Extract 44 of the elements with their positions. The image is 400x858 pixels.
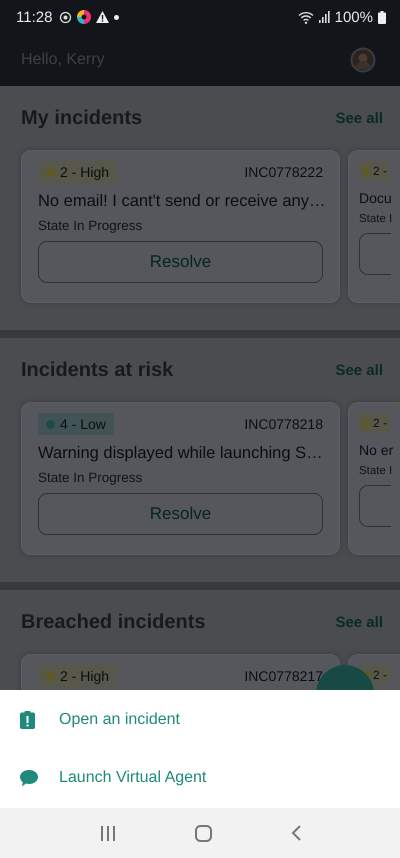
incident-title: Warning displayed while launching S… [38,444,323,463]
battery-level: 100% [334,8,373,26]
incident-title: No email! I cant't send or receive any… [38,192,323,211]
sheet-menu-item[interactable]: Launch Virtual Agent [0,749,400,807]
recent-apps-icon[interactable] [100,826,116,840]
priority-label: 2 - [373,164,388,178]
incident-card[interactable]: 2 - High INC0778222 No email! I cant't send or receive any… State In Progress Resolve [21,150,340,303]
priority-label: 2 - High [60,164,110,180]
status-time: 11:28 [16,8,52,26]
incident-title: Docu [359,190,393,206]
eye-icon [59,10,72,24]
incident-number: INC0778222 [244,164,323,180]
priority-label: 4 - Low [60,416,106,432]
home-icon[interactable] [194,824,212,842]
incident-card[interactable]: 2 - Docu State I [348,150,400,303]
resolve-button[interactable]: Resolve [38,241,323,283]
see-all-link[interactable]: See all [335,614,383,630]
incident-title: No er [359,442,394,458]
warning-icon [96,11,110,23]
app-icon [77,10,92,24]
incident-state: State I [359,465,394,477]
wifi-icon [298,10,314,24]
incident-card[interactable]: 4 - Low INC0778218 Warning displayed while launching S… State In Progress Resolve [21,402,340,555]
incident-state: State In Progress [38,470,144,485]
sheet-item-label: Launch Virtual Agent [59,769,206,787]
incident-number: INC0778217 [244,668,323,684]
see-all-link[interactable]: See all [335,362,383,378]
incident-state: State I [359,213,394,225]
sheet-item-label: Open an incident [59,711,180,729]
incident-state: State In Progress [38,218,144,233]
battery-icon [378,10,386,24]
priority-label: 2 - [373,668,388,682]
clipboard-alert-icon [20,711,35,729]
dot-icon [114,14,120,20]
chat-bubble-icon [20,770,38,786]
back-icon[interactable] [290,825,300,841]
incident-card[interactable]: 2 - No er State I [348,402,400,555]
see-all-link[interactable]: See all [335,110,383,126]
sheet-menu-item[interactable]: Open an incident [0,691,400,749]
incident-number: INC0778218 [244,416,323,432]
priority-label: 2 - High [60,668,110,684]
resolve-button[interactable]: Resolve [38,493,323,535]
signal-icon [318,11,330,23]
priority-label: 2 - [373,416,388,430]
